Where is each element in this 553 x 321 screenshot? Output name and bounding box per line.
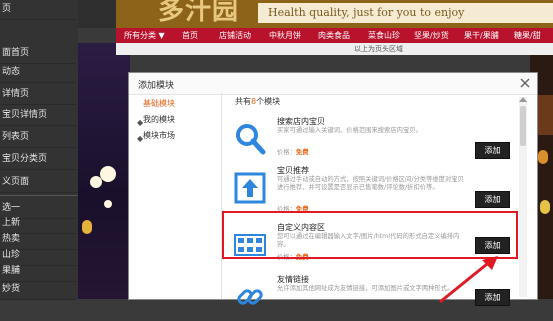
store-logo: 多汁园: [158, 0, 240, 26]
store-navbar[interactable]: 所有分类 ▼ 首页 店铺活动 中秋月饼 肉类食品 菜食山珍 坚果/炒货 果干/果…: [116, 28, 553, 43]
price-label: 价格：: [277, 149, 296, 156]
module-name: 搜索店内宝贝: [277, 117, 325, 126]
category-basic-modules[interactable]: 基础模块: [143, 96, 175, 111]
sidebar-item-snack[interactable]: 妙货: [0, 280, 76, 300]
module-name: 宝贝推荐: [277, 166, 309, 175]
annotation-arrow: [439, 256, 498, 304]
nav-candy[interactable]: 糖果/甜: [514, 28, 541, 43]
module-category-panel: 基础模块 ◆ 我的模块 ◆ 模块市场: [135, 93, 222, 299]
canvas-top-strip: [78, 0, 116, 28]
editor-sidebar: 页 面首页 动态 详情页 宝贝详情页 列表页 宝贝分类页 义页面 选一 上新 热…: [0, 0, 78, 300]
sidebar-item-detail[interactable]: 详情页: [0, 85, 76, 105]
nav-promotions[interactable]: 店铺活动: [219, 28, 251, 43]
price-value: 免费: [295, 149, 309, 156]
lantern-decoration: [538, 150, 548, 164]
sidebar-item-dried[interactable]: 果脯: [0, 262, 76, 282]
nav-nuts[interactable]: 坚果/炒货: [414, 28, 449, 43]
nav-meat[interactable]: 肉类食品: [318, 28, 350, 43]
category-label: 模块市场: [143, 131, 175, 140]
sidebar-item-category[interactable]: 宝贝分类页: [0, 150, 76, 170]
module-item-recommend: 宝贝推荐 可通过手动或自动的方式，按照关键词/价格区间/分类等维度对宝贝进行推荐…: [225, 162, 515, 213]
banner-slogan: Health quality, just for you to enjoy: [258, 3, 553, 23]
highlight-box: [222, 211, 518, 259]
module-price: 价格：免费: [277, 147, 308, 156]
dialog-title: 添加模块: [138, 81, 175, 91]
category-module-market[interactable]: ◆ 模块市场: [137, 128, 175, 143]
link-icon: [237, 289, 263, 305]
module-count-header: 共有8个模块: [235, 96, 280, 107]
nav-home[interactable]: 首页: [182, 28, 198, 43]
count-prefix: 共有: [235, 97, 251, 106]
module-name: 友情链接: [277, 275, 309, 284]
category-my-modules[interactable]: ◆ 我的模块: [137, 112, 175, 127]
add-module-button[interactable]: 添加: [475, 142, 510, 159]
lantern-decoration: [82, 220, 92, 234]
category-label: 基础模块: [143, 99, 175, 108]
scrollbar-thumb[interactable]: [520, 106, 526, 146]
nav-all-categories[interactable]: 所有分类 ▼: [124, 28, 165, 43]
sidebar-divider: [0, 195, 78, 196]
dialog-header: 添加模块: [129, 73, 537, 95]
sidebar-item-item-detail[interactable]: 宝贝详情页: [0, 106, 76, 126]
expand-icon: ◆: [137, 134, 144, 143]
search-icon: [236, 124, 266, 155]
module-description: 可通过手动或自动的方式，按照关键词/价格区间/分类等维度对宝贝进行推荐，并可设置…: [277, 176, 464, 191]
store-banner[interactable]: 多汁园 Health quality, just for you to enjo…: [116, 0, 553, 28]
page-header-label: 以上为页头区域: [354, 45, 403, 53]
moon-decoration: [100, 166, 116, 182]
page-header-region: [116, 43, 553, 55]
count-suffix: 个模块: [256, 97, 281, 106]
sidebar-item-home[interactable]: 面首页: [0, 44, 76, 64]
nav-dried-fruit[interactable]: 果干/果脯: [464, 28, 499, 43]
add-module-button[interactable]: 添加: [475, 191, 510, 208]
module-description: 买家可通过输入关键词、价格范围来搜索店内宝贝。: [277, 127, 422, 134]
moon-decoration: [104, 200, 112, 208]
nav-mooncakes[interactable]: 中秋月饼: [269, 28, 301, 43]
upload-arrow-icon: [234, 172, 266, 204]
close-icon[interactable]: [519, 77, 531, 89]
module-item-search: 搜索店内宝贝 买家可通过输入关键词、价格范围来搜索店内宝贝。 价格：免费 添加: [225, 113, 515, 163]
sidebar-item-custom[interactable]: 义页面: [0, 173, 76, 193]
sidebar-item-news[interactable]: 动态: [0, 63, 76, 83]
category-label: 我的模块: [143, 115, 175, 124]
sidebar-item-page[interactable]: 页: [0, 0, 76, 20]
lantern-decoration: [540, 200, 550, 214]
nav-wild-food[interactable]: 菜食山珍: [368, 28, 400, 43]
scroll-up-icon[interactable]: [519, 97, 527, 102]
sidebar-item-list[interactable]: 列表页: [0, 128, 76, 148]
